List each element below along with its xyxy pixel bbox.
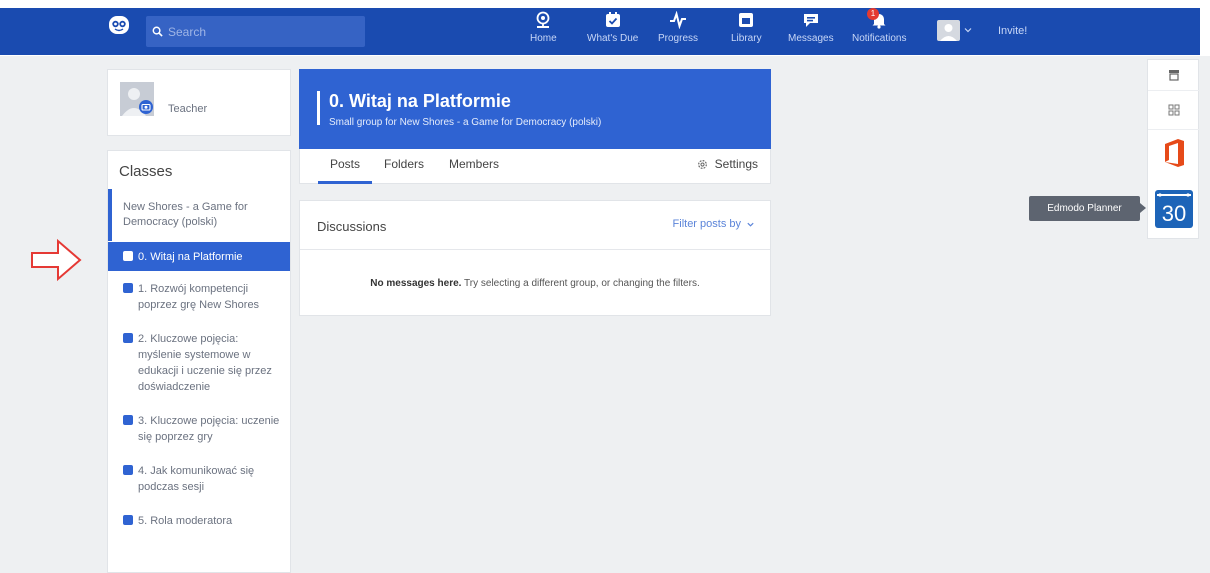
tab-posts[interactable]: Posts (317, 157, 373, 184)
title-accent-bar (317, 91, 320, 125)
profile-name: Teacher (168, 103, 208, 115)
tab-folders[interactable]: Folders (384, 157, 424, 171)
gear-icon (697, 159, 707, 169)
settings-label: Settings (714, 157, 758, 171)
store-icon (1169, 70, 1179, 81)
divider (1148, 90, 1200, 91)
discussions-card: Discussions Filter posts by No messages … (299, 200, 771, 316)
nav-library[interactable]: Library (731, 11, 762, 51)
library-icon (739, 13, 754, 27)
group-item-label: 1. Rozwój kompetencji poprzez grę New Sh… (138, 283, 260, 311)
nav-progress-label: Progress (658, 33, 699, 44)
group-item-label: 4. Jak komunikować się podczas sesji (138, 465, 255, 493)
search-input[interactable] (168, 24, 348, 39)
planner-tooltip: Edmodo Planner (1029, 196, 1146, 221)
class-item-new-shores[interactable]: New Shores - a Game for Democracy (polsk… (108, 189, 290, 241)
planner-number: 30 (1162, 201, 1186, 226)
classes-title: Classes (119, 163, 173, 180)
planner-calendar-icon: 30 (1155, 190, 1193, 228)
tab-members[interactable]: Members (449, 157, 499, 171)
search-box[interactable] (146, 16, 365, 47)
filter-posts-dropdown[interactable]: Filter posts by (673, 218, 755, 230)
filter-label: Filter posts by (672, 218, 741, 230)
nav-library-label: Library (731, 33, 762, 44)
empty-state-text: Try selecting a different group, or chan… (461, 278, 700, 289)
group-title: 0. Witaj na Platformie (329, 91, 511, 111)
group-item-0[interactable]: 0. Witaj na Platformie (108, 242, 290, 271)
group-item-label: 5. Rola moderatora (138, 515, 233, 527)
group-item-label: 2. Kluczowe pojęcia: myślenie systemowe … (138, 333, 272, 393)
nav-whats-due[interactable]: What's Due (587, 11, 638, 51)
nav-home[interactable]: Home (530, 11, 557, 51)
edmodo-planner-button[interactable]: 30 (1148, 187, 1200, 229)
home-icon (536, 11, 550, 28)
group-color-icon (123, 415, 133, 425)
nav-messages-label: Messages (788, 33, 834, 44)
invite-link[interactable]: Invite! (998, 25, 1027, 37)
user-avatar[interactable] (937, 20, 960, 41)
office-app-button[interactable] (1148, 138, 1200, 168)
nav-whats-due-label: What's Due (587, 33, 639, 44)
group-item-5[interactable]: 5. Rola moderatora (108, 513, 290, 529)
profile-card: Teacher (107, 69, 291, 136)
office-icon (1165, 139, 1184, 167)
message-icon (803, 14, 818, 27)
nav-messages[interactable]: Messages (788, 11, 834, 51)
group-color-icon (123, 283, 133, 293)
group-item-label: 0. Witaj na Platformie (138, 251, 243, 263)
arrow-right-icon (31, 238, 82, 282)
edmodo-logo-icon[interactable] (108, 15, 130, 35)
classes-panel: Classes New Shores - a Game for Democrac… (107, 150, 291, 573)
nav-progress[interactable]: Progress (658, 11, 698, 51)
group-item-1[interactable]: 1. Rozwój kompetencji poprzez grę New Sh… (108, 281, 290, 313)
divider (300, 249, 770, 250)
empty-state-message: No messages here. Try selecting a differ… (300, 278, 770, 289)
group-tabs: Posts Folders Members Settings (299, 149, 771, 184)
group-color-icon (123, 333, 133, 343)
divider (1148, 129, 1200, 130)
search-icon (152, 26, 163, 37)
pulse-icon (670, 11, 686, 29)
notification-badge: 1 (867, 8, 879, 20)
empty-state-bold: No messages here. (370, 278, 462, 289)
apps-grid-button[interactable] (1148, 104, 1200, 116)
chevron-down-icon[interactable] (963, 25, 973, 35)
nav-home-label: Home (530, 33, 557, 44)
discussions-title: Discussions (317, 219, 387, 234)
profile-avatar[interactable] (120, 82, 154, 116)
nav-notifications-label: Notifications (852, 33, 907, 44)
calendar-check-icon (605, 12, 620, 27)
group-color-icon (123, 515, 133, 525)
grid-icon (1168, 104, 1180, 116)
chevron-down-icon (747, 222, 754, 227)
group-item-label: 3. Kluczowe pojęcia: uczenie się poprzez… (138, 415, 280, 443)
group-item-4[interactable]: 4. Jak komunikować się podczas sesji (108, 463, 290, 495)
apps-rail: 30 (1147, 59, 1200, 239)
top-navigation: Home What's Due Progress Library Message… (0, 0, 1210, 56)
settings-button[interactable]: Settings (697, 157, 758, 171)
group-item-2[interactable]: 2. Kluczowe pojęcia: myślenie systemowe … (108, 331, 290, 395)
group-list: 0. Witaj na Platformie 1. Rozwój kompete… (108, 242, 290, 529)
user-silhouette-icon (940, 24, 957, 41)
store-button[interactable] (1148, 69, 1200, 81)
group-item-3[interactable]: 3. Kluczowe pojęcia: uczenie się poprzez… (108, 413, 290, 445)
group-header: 0. Witaj na Platformie Small group for N… (299, 69, 771, 149)
nav-notifications[interactable]: 1 Notifications (852, 8, 907, 51)
group-color-icon (123, 465, 133, 475)
group-color-icon (123, 251, 133, 261)
group-subtitle: Small group for New Shores - a Game for … (329, 117, 602, 128)
